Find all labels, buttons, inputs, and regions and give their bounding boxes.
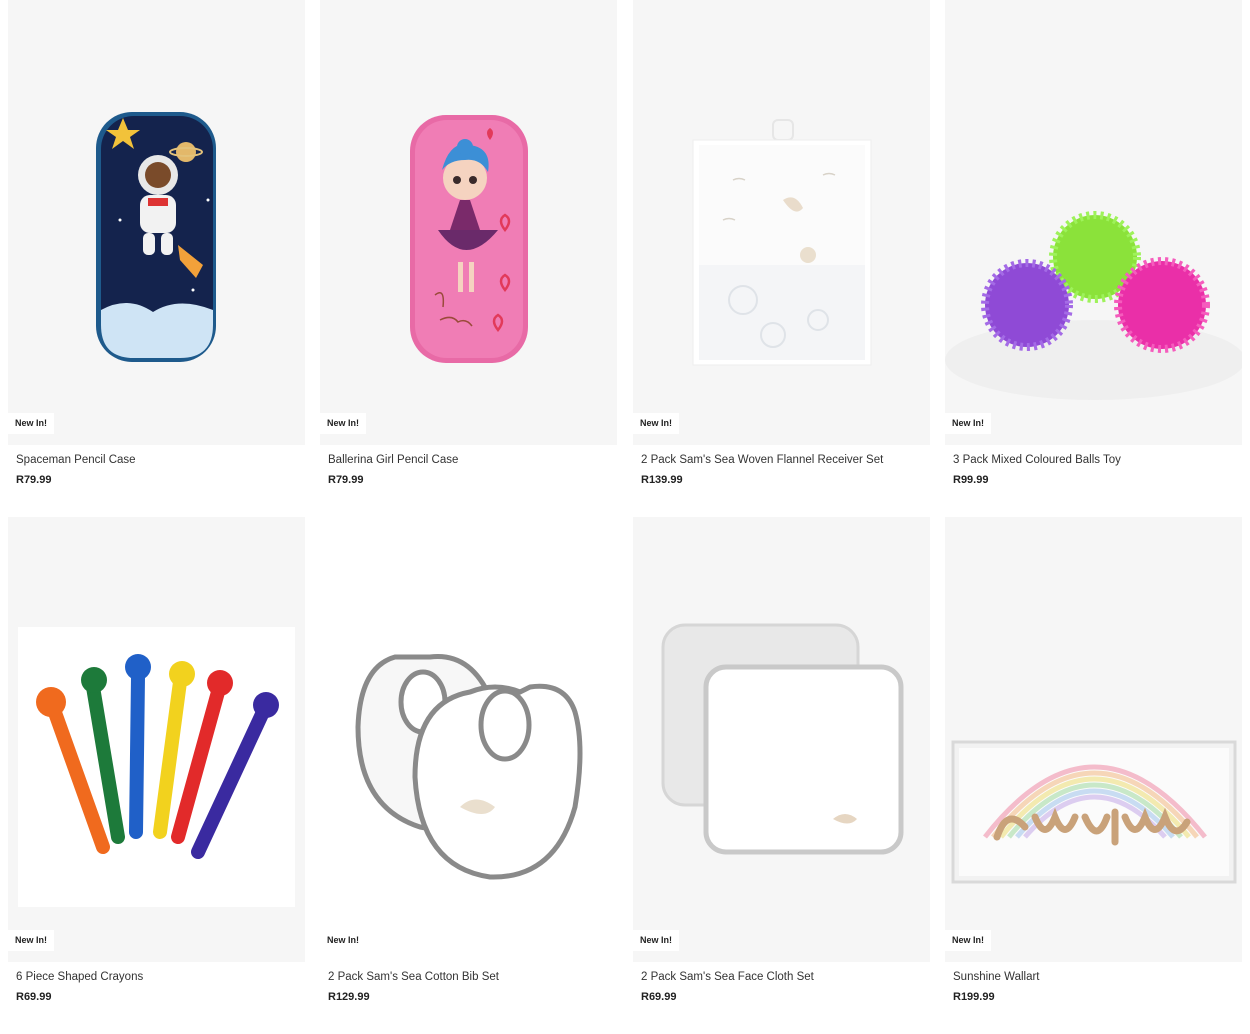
product-name[interactable]: Sunshine Wallart <box>953 971 1040 983</box>
product-card[interactable]: New In! Ballerina Girl Pencil Case R79.9… <box>320 0 617 486</box>
product-card[interactable]: New In! Sunshine Wallart R199.99 <box>945 517 1242 1003</box>
new-in-badge: New In! <box>320 413 367 434</box>
product-name[interactable]: 2 Pack Sam's Sea Face Cloth Set <box>641 971 814 983</box>
product-price: R79.99 <box>16 474 52 486</box>
product-card[interactable]: New In! Spaceman Pencil Case R79.99 <box>8 0 305 486</box>
product-card[interactable]: New In! 3 Pack Mixed Coloured Balls Toy … <box>945 0 1242 486</box>
new-in-badge: New In! <box>8 930 55 951</box>
product-image-link[interactable]: New In! <box>633 0 930 445</box>
product-image-link[interactable]: New In! <box>945 517 1242 962</box>
product-price: R69.99 <box>16 991 52 1003</box>
product-name[interactable]: Ballerina Girl Pencil Case <box>328 454 458 466</box>
product-image-link[interactable]: New In! <box>945 0 1242 445</box>
product-name[interactable]: Spaceman Pencil Case <box>16 454 136 466</box>
product-price: R139.99 <box>641 474 683 486</box>
ballerina-pencil-case-image <box>410 115 528 363</box>
new-in-badge: New In! <box>945 413 992 434</box>
product-image-link[interactable]: New In! <box>8 517 305 962</box>
product-image-link[interactable]: New In! <box>633 517 930 962</box>
new-in-badge: New In! <box>320 930 367 951</box>
product-price: R99.99 <box>953 474 989 486</box>
product-price: R79.99 <box>328 474 364 486</box>
product-price: R199.99 <box>953 991 995 1003</box>
spiky-balls-image <box>945 0 1242 445</box>
product-name[interactable]: 2 Pack Sam's Sea Woven Flannel Receiver … <box>641 454 883 466</box>
product-card[interactable]: New In! 6 Piece Shaped Crayons R69.99 <box>8 517 305 1003</box>
product-name[interactable]: 2 Pack Sam's Sea Cotton Bib Set <box>328 971 499 983</box>
product-name[interactable]: 3 Pack Mixed Coloured Balls Toy <box>953 454 1121 466</box>
shaped-crayons-image <box>18 627 295 907</box>
product-card[interactable]: New In! 2 Pack Sam's Sea Face Cloth Set … <box>633 517 930 1003</box>
product-card[interactable]: New In! 2 Pack Sam's Sea Cotton Bib Set … <box>320 517 617 1003</box>
product-name[interactable]: 6 Piece Shaped Crayons <box>16 971 143 983</box>
spaceman-pencil-case-image <box>96 112 216 362</box>
flannel-receiver-set-image <box>692 119 872 366</box>
product-image-link[interactable]: New In! <box>320 517 617 962</box>
new-in-badge: New In! <box>633 930 680 951</box>
sunshine-wallart-image <box>951 740 1237 884</box>
product-image-link[interactable]: New In! <box>8 0 305 445</box>
product-price: R129.99 <box>328 991 370 1003</box>
bib-set-image <box>320 517 617 962</box>
product-image-link[interactable]: New In! <box>320 0 617 445</box>
face-cloth-set-image <box>661 623 904 855</box>
new-in-badge: New In! <box>945 930 992 951</box>
product-card[interactable]: New In! 2 Pack Sam's Sea Woven Flannel R… <box>633 0 930 486</box>
new-in-badge: New In! <box>633 413 680 434</box>
new-in-badge: New In! <box>8 413 55 434</box>
product-price: R69.99 <box>641 991 677 1003</box>
